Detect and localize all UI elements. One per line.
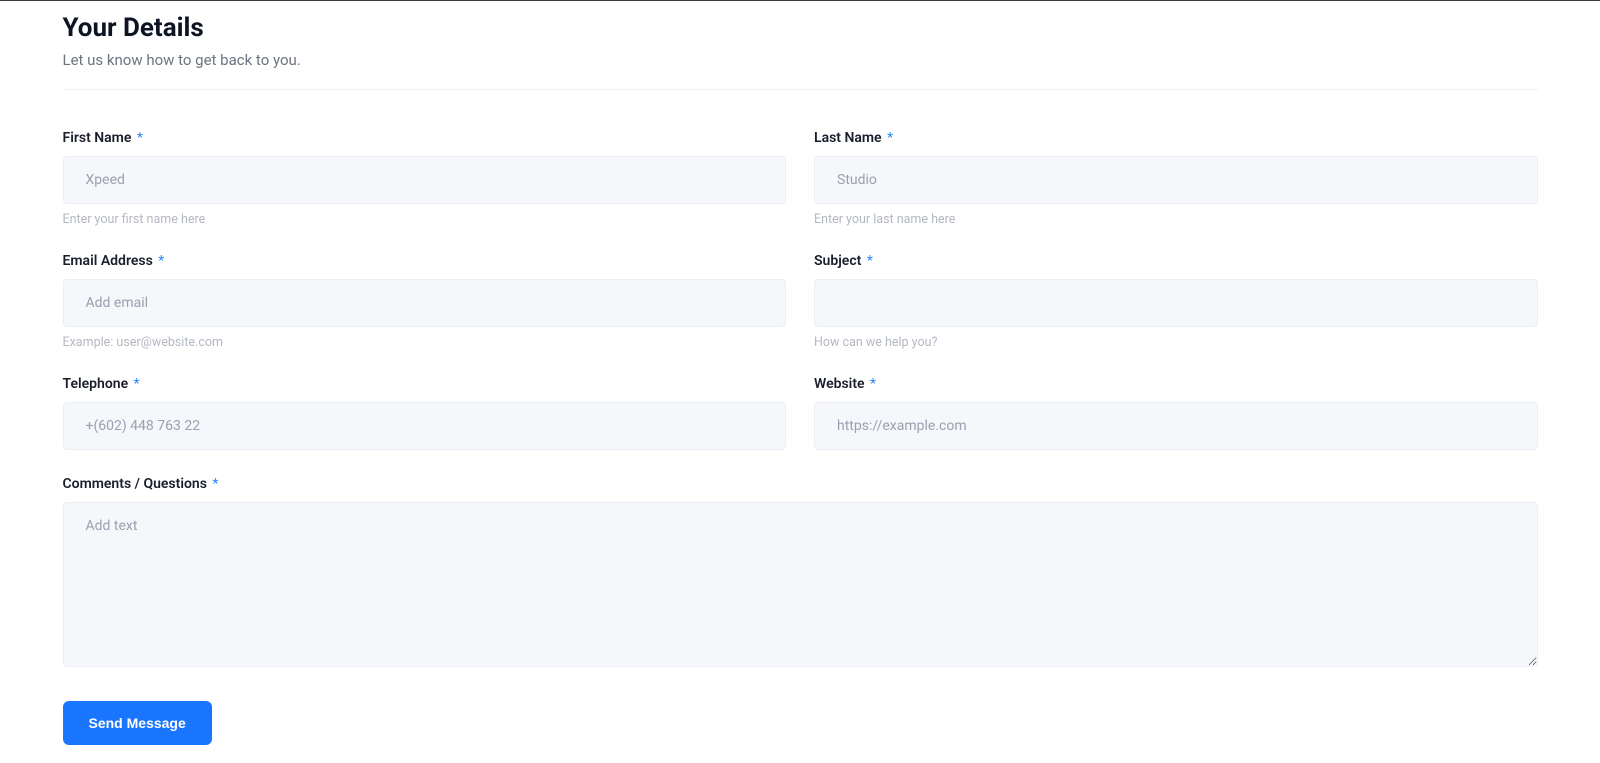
send-message-button[interactable]: Send Message <box>63 701 212 745</box>
email-label: Email Address * <box>63 253 787 269</box>
comments-textarea[interactable] <box>63 502 1538 667</box>
comments-label: Comments / Questions * <box>63 476 1538 492</box>
email-label-text: Email Address <box>63 253 153 269</box>
website-label-text: Website <box>814 376 865 392</box>
email-input[interactable] <box>63 279 787 327</box>
website-group: Website * <box>814 376 1538 450</box>
telephone-label: Telephone * <box>63 376 787 392</box>
required-mark: * <box>156 253 164 269</box>
website-input[interactable] <box>814 402 1538 450</box>
form-actions: Send Message <box>63 701 1538 745</box>
last-name-label: Last Name * <box>814 130 1538 146</box>
subject-label: Subject * <box>814 253 1538 269</box>
subject-label-text: Subject <box>814 253 861 269</box>
required-mark: * <box>885 130 893 146</box>
form-header: Your Details Let us know how to get back… <box>63 13 1538 90</box>
subject-input[interactable] <box>814 279 1538 327</box>
page-title: Your Details <box>63 13 1538 43</box>
telephone-group: Telephone * <box>63 376 787 450</box>
required-mark: * <box>865 253 873 269</box>
subject-help: How can we help you? <box>814 335 1538 350</box>
required-mark: * <box>132 376 140 392</box>
last-name-help: Enter your last name here <box>814 212 1538 227</box>
first-name-group: First Name * Enter your first name here <box>63 130 787 227</box>
first-name-input[interactable] <box>63 156 787 204</box>
required-mark: * <box>135 130 143 146</box>
email-group: Email Address * Example: user@website.co… <box>63 253 787 350</box>
telephone-label-text: Telephone <box>63 376 129 392</box>
required-mark: * <box>210 476 218 492</box>
telephone-input[interactable] <box>63 402 787 450</box>
required-mark: * <box>868 376 876 392</box>
first-name-help: Enter your first name here <box>63 212 787 227</box>
website-label: Website * <box>814 376 1538 392</box>
last-name-label-text: Last Name <box>814 130 882 146</box>
last-name-input[interactable] <box>814 156 1538 204</box>
first-name-label-text: First Name <box>63 130 132 146</box>
subject-group: Subject * How can we help you? <box>814 253 1538 350</box>
last-name-group: Last Name * Enter your last name here <box>814 130 1538 227</box>
page-subtitle: Let us know how to get back to you. <box>63 51 1538 69</box>
comments-label-text: Comments / Questions <box>63 476 207 492</box>
first-name-label: First Name * <box>63 130 787 146</box>
email-help: Example: user@website.com <box>63 335 787 350</box>
comments-group: Comments / Questions * <box>63 476 1538 671</box>
